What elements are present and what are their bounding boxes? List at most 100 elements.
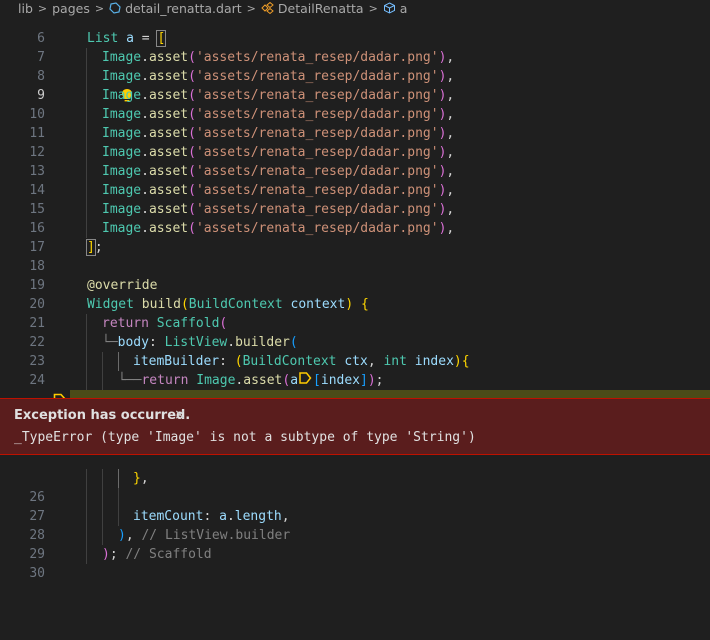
indent-guide: [86, 200, 87, 219]
code-line: 13 Image.asset('assets/renata_resep/dada…: [0, 143, 710, 179]
code-line: 28 itemCount: a.length,: [0, 507, 710, 543]
token: Image: [102, 88, 142, 103]
bracket: [: [156, 30, 167, 47]
code-line: 27: [0, 488, 710, 524]
token: length: [234, 509, 282, 524]
indent-guide: [86, 314, 87, 333]
token: a: [126, 31, 134, 46]
token: itemCount: [133, 509, 204, 524]
code-line: 7 List a = [: [0, 29, 710, 65]
token: ctx: [344, 354, 368, 369]
indent-guide: [86, 124, 87, 143]
code-line: 9 Image.asset('assets/renata_resep/dadar…: [0, 67, 710, 103]
token: asset: [148, 88, 189, 103]
token: itemBuilder: [133, 354, 220, 369]
code-line: 19: [0, 257, 710, 293]
indent-guide: [102, 352, 103, 371]
exception-message: _TypeError (type 'Image' is not a subtyp…: [14, 430, 476, 445]
code-line: 8 Image.asset('assets/renata_resep/dadar…: [0, 48, 710, 84]
token: context: [290, 297, 346, 312]
token: asset: [148, 107, 189, 122]
string-literal: 'assets/renata_resep/dadar.png': [195, 183, 439, 198]
exception-title: Exception has occurred.: [14, 408, 191, 423]
code-line: 24 itemBuilder: (BuildContext ctx, int i…: [0, 352, 710, 388]
line-number: 30: [29, 566, 45, 581]
token: asset: [243, 373, 283, 388]
code-line: 15 Image.asset('assets/renata_resep/dada…: [0, 181, 710, 217]
token: Image: [102, 107, 142, 122]
code-line: 12 Image.asset('assets/renata_resep/dada…: [0, 124, 710, 160]
token: Image: [196, 373, 236, 388]
indent-guide: [86, 86, 87, 105]
inline-breakpoint-icon[interactable]: [299, 371, 312, 390]
code-line: 22 return Scaffold(: [0, 314, 710, 350]
token: a: [290, 373, 299, 388]
indent-guide: [86, 488, 87, 507]
indent-guide: [102, 488, 103, 507]
code-line: 30 ); // Scaffold: [0, 545, 710, 581]
code-line: 18 ];: [0, 238, 710, 274]
token: Image: [102, 50, 142, 65]
token: Widget: [87, 297, 134, 312]
indent-guide: [118, 507, 119, 526]
closing-label: // Scaffold: [125, 547, 212, 562]
indent-guide: [118, 469, 119, 488]
bracket: ]: [86, 239, 96, 256]
token: index: [320, 373, 361, 388]
indent-guide: [86, 67, 87, 86]
token: asset: [148, 69, 189, 84]
token: asset: [148, 221, 189, 236]
token: @override: [87, 278, 158, 293]
token: Scaffold: [156, 316, 220, 331]
token: return: [102, 316, 149, 331]
token: asset: [148, 145, 189, 160]
indent-guide: [86, 333, 87, 352]
token: int: [383, 354, 407, 369]
token: Image: [102, 164, 142, 179]
indent-guide: [86, 162, 87, 181]
code-line: 10 Image.asset('assets/renata_resep/dada…: [0, 86, 710, 122]
closing-label: // ListView.builder: [141, 528, 291, 543]
indent-guide: [86, 352, 87, 371]
token: body: [117, 335, 149, 350]
token: ListView: [164, 335, 228, 350]
token: a: [219, 509, 227, 524]
token: Image: [102, 126, 142, 141]
code-line: 23 └─body: ListView.builder(: [0, 333, 710, 369]
token: Image: [102, 221, 142, 236]
code-line: 20 @override: [0, 276, 710, 312]
code-line: 14 Image.asset('assets/renata_resep/dada…: [0, 162, 710, 198]
string-literal: 'assets/renata_resep/dadar.png': [195, 164, 439, 179]
string-literal: 'assets/renata_resep/dadar.png': [195, 88, 439, 103]
indent-guide: [86, 105, 87, 124]
string-literal: 'assets/renata_resep/dadar.png': [195, 221, 439, 236]
indent-guide: [102, 371, 103, 390]
token: asset: [148, 50, 189, 65]
close-icon[interactable]: ×: [174, 407, 186, 423]
token: Image: [102, 145, 142, 160]
indent-guide: [102, 469, 103, 488]
code-line: 16 Image.asset('assets/renata_resep/dada…: [0, 200, 710, 236]
string-literal: 'assets/renata_resep/dadar.png': [195, 50, 439, 65]
token: index: [414, 354, 454, 369]
token: asset: [148, 202, 189, 217]
indent-guide: [86, 371, 87, 390]
indent-guide: [86, 143, 87, 162]
code-editor[interactable]: 6 7 List a = [ 8 Image.asset('assets/ren…: [0, 13, 710, 581]
string-literal: 'assets/renata_resep/dadar.png': [195, 202, 439, 217]
string-literal: 'assets/renata_resep/dadar.png': [195, 145, 439, 160]
token: build: [141, 297, 181, 312]
token: BuildContext: [242, 354, 337, 369]
token: asset: [148, 183, 189, 198]
indent-guide: [86, 181, 87, 200]
indent-guide: [86, 219, 87, 238]
indent-guide: [102, 507, 103, 526]
indent-guide: [86, 507, 87, 526]
exception-widget: Exception has occurred. × _TypeError (ty…: [0, 398, 710, 455]
code-line: 29 ), // ListView.builder: [0, 526, 710, 562]
string-literal: 'assets/renata_resep/dadar.png': [195, 107, 439, 122]
indent-guide: [86, 48, 87, 67]
code-line: 26 },: [0, 469, 710, 505]
indent-guide: [86, 526, 87, 545]
token: asset: [148, 126, 189, 141]
